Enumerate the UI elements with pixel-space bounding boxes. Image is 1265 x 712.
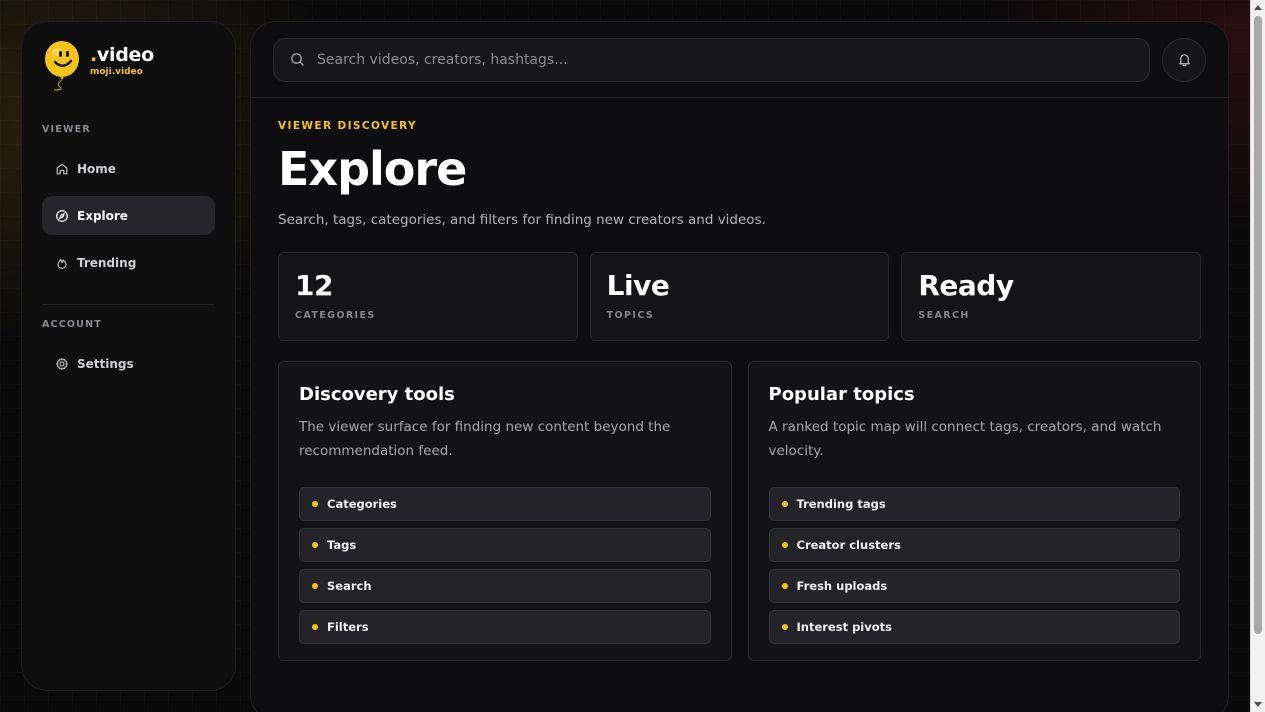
search-icon — [291, 53, 304, 66]
stat-label: TOPICS — [606, 310, 655, 321]
main-panel: VIEWER DISCOVERY Explore Search, tags, c… — [250, 21, 1229, 712]
stat-card-topics: Live TOPICS — [589, 252, 890, 341]
list-item-creator-clusters[interactable]: Creator clusters — [768, 528, 1180, 562]
scroll-down-arrow-icon[interactable] — [1254, 702, 1262, 707]
card-title: Popular topics — [768, 384, 915, 405]
scrollbar-thumb[interactable] — [1254, 16, 1262, 634]
bullet-dot-icon — [781, 501, 788, 507]
sidebar-item-settings[interactable]: Settings — [42, 344, 215, 383]
list-item-label: Filters — [327, 620, 369, 634]
balloon-logo-icon — [42, 40, 84, 91]
list-item-label: Search — [327, 579, 372, 593]
card-list: Trending tags Creator clusters Fresh upl… — [768, 487, 1180, 644]
page-title: Explore — [278, 142, 467, 196]
brand-title: .video — [90, 44, 154, 66]
notifications-button[interactable] — [1162, 37, 1206, 82]
page-description: Search, tags, categories, and filters fo… — [278, 212, 766, 228]
list-item-tags[interactable]: Tags — [299, 528, 711, 562]
stat-card-search: Ready SEARCH — [901, 252, 1202, 341]
list-item-filters[interactable]: Filters — [299, 610, 711, 644]
page-eyebrow: VIEWER DISCOVERY — [278, 120, 418, 132]
section-label-account: ACCOUNT — [42, 319, 102, 330]
stats-row: 12 CATEGORIES Live TOPICS Ready SEARCH — [278, 252, 1202, 341]
cards-row: Discovery tools The viewer surface for f… — [278, 361, 1201, 661]
sidebar-divider — [42, 304, 215, 305]
search-bar[interactable] — [273, 37, 1151, 82]
bullet-dot-icon — [781, 624, 788, 630]
stat-card-categories: 12 CATEGORIES — [278, 252, 578, 341]
scroll-up-arrow-icon[interactable] — [1254, 5, 1262, 10]
section-label-viewer: VIEWER — [42, 124, 91, 135]
bullet-dot-icon — [781, 542, 788, 548]
stat-value: Live — [606, 269, 670, 302]
top-bar — [251, 22, 1228, 98]
bullet-dot-icon — [312, 624, 318, 630]
sidebar-item-label: Home — [77, 161, 116, 176]
sidebar-item-explore[interactable]: Explore — [42, 196, 215, 235]
card-description: The viewer surface for finding new conte… — [299, 419, 671, 459]
sidebar-item-home[interactable]: Home — [42, 149, 215, 188]
flame-icon — [57, 258, 67, 269]
bullet-dot-icon — [781, 583, 788, 589]
sidebar-item-trending[interactable]: Trending — [42, 243, 215, 282]
sidebar: .video moji.video VIEWER Home Explore Tr… — [21, 21, 236, 691]
search-input[interactable] — [317, 51, 1134, 68]
card-description: A ranked topic map will connect tags, cr… — [768, 419, 1162, 459]
list-item-search[interactable]: Search — [299, 569, 711, 603]
sidebar-item-label: Settings — [77, 356, 134, 371]
list-item-interest-pivots[interactable]: Interest pivots — [768, 610, 1180, 644]
content-area: VIEWER DISCOVERY Explore Search, tags, c… — [251, 120, 1228, 661]
list-item-label: Creator clusters — [796, 538, 901, 552]
card-list: Categories Tags Search Filters — [299, 487, 711, 644]
discovery-tools-card: Discovery tools The viewer surface for f… — [278, 361, 732, 661]
home-icon — [56, 163, 68, 174]
list-item-label: Fresh uploads — [796, 579, 888, 593]
list-item-categories[interactable]: Categories — [299, 487, 711, 521]
gear-icon — [56, 357, 68, 370]
list-item-fresh-uploads[interactable]: Fresh uploads — [768, 569, 1180, 603]
popular-topics-card: Popular topics A ranked topic map will c… — [747, 361, 1201, 661]
list-item-label: Trending tags — [796, 497, 886, 511]
brand[interactable]: .video moji.video — [42, 40, 215, 110]
list-item-trending-tags[interactable]: Trending tags — [768, 487, 1180, 521]
bell-icon — [1178, 54, 1190, 67]
stat-label: SEARCH — [918, 310, 970, 321]
list-item-label: Tags — [327, 538, 357, 552]
list-item-label: Categories — [327, 497, 397, 511]
sidebar-item-label: Trending — [77, 255, 137, 270]
stat-value: Ready — [918, 269, 1014, 302]
brand-subtitle: moji.video — [90, 67, 143, 77]
bullet-dot-icon — [312, 583, 318, 589]
card-title: Discovery tools — [299, 384, 455, 405]
stat-value: 12 — [295, 269, 333, 302]
page-scrollbar[interactable] — [1250, 0, 1265, 712]
bullet-dot-icon — [312, 542, 318, 548]
sidebar-item-label: Explore — [77, 208, 128, 223]
list-item-label: Interest pivots — [796, 620, 893, 634]
compass-icon — [56, 209, 68, 222]
bullet-dot-icon — [312, 501, 318, 507]
stat-label: CATEGORIES — [295, 310, 376, 321]
